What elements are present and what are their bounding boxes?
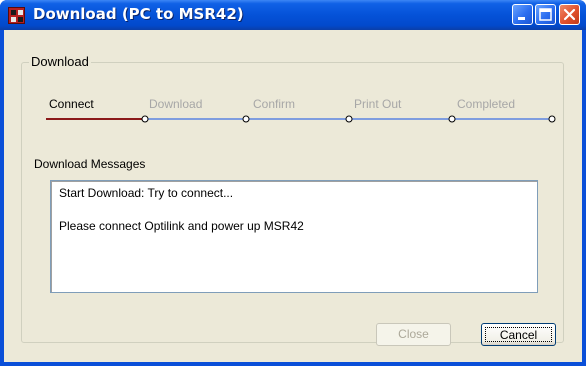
messages-box[interactable]: Start Download: Try to connect... Please…	[50, 180, 538, 293]
cancel-button[interactable]: Cancel	[481, 323, 556, 346]
dialog-client-area: Download Connect Download Confirm Print …	[4, 30, 582, 362]
window-title: Download (PC to MSR42)	[33, 5, 244, 23]
title-bar[interactable]: Download (PC to MSR42)	[0, 0, 586, 30]
step-node	[448, 115, 456, 123]
minimize-button[interactable]	[512, 4, 533, 25]
close-window-button[interactable]	[559, 4, 580, 25]
close-button[interactable]: Close	[376, 323, 451, 346]
message-line: Please connect Optilink and power up MSR…	[59, 219, 304, 233]
step-node	[548, 115, 556, 123]
dialog-window: Download (PC to MSR42) Download Connect …	[0, 0, 586, 366]
minimize-icon	[518, 17, 525, 20]
maximize-button[interactable]	[535, 4, 556, 25]
app-flag-icon	[8, 7, 25, 24]
step-node	[141, 115, 149, 123]
cancel-button-label: Cancel	[485, 327, 552, 342]
maximize-icon	[539, 8, 552, 21]
messages-label: Download Messages	[34, 157, 146, 171]
step-node	[242, 115, 250, 123]
close-icon	[563, 8, 576, 21]
message-line: Start Download: Try to connect...	[59, 186, 234, 200]
step-node	[345, 115, 353, 123]
